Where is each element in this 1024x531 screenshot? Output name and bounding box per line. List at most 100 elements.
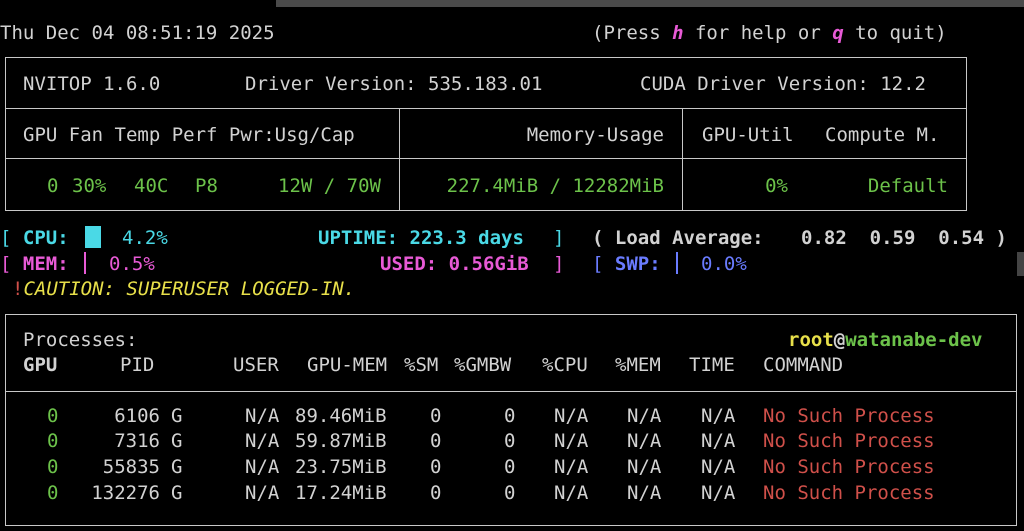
col-time: TIME [689,354,735,376]
row-mem: N/A [627,456,662,478]
row-sm: 0 [430,456,442,478]
mem-bar [84,252,86,274]
row-sm: 0 [430,430,442,452]
used-memory: USED: 0.56GiB [380,253,529,275]
row-type: G [171,456,183,478]
row-gpu: 0 [47,430,59,452]
cuda-version: CUDA Driver Version: 12.2 [640,73,926,95]
swp-bar [676,252,678,274]
temperature: 40C [134,175,169,197]
nvitop-version: NVITOP 1.6.0 [23,73,161,95]
row-time: N/A [701,482,736,504]
row-gpu: 0 [47,405,59,427]
table-row[interactable]: 0 55835 G N/A 23.75MiB 0 0 N/A N/A N/A N… [0,455,1010,480]
row-type: G [171,430,183,452]
col-sm: %SM [404,354,439,376]
help-hint: (Press h for help or q to quit) [592,22,947,44]
processes-title: Processes: [23,329,138,351]
row-time: N/A [701,405,736,427]
scrollbar[interactable] [1017,252,1024,276]
quit-key[interactable]: q [832,22,843,44]
row-command: No Such Process [763,405,935,427]
row-pid: 7316 [114,430,160,452]
row-sm: 0 [430,482,442,504]
col-cpu: %CPU [542,354,588,376]
row-user: N/A [245,482,280,504]
user-host: root@watanabe-dev [788,329,983,351]
table-row[interactable]: 0 132276 G N/A 17.24MiB 0 0 N/A N/A N/A … [0,481,1010,506]
row-pid: 55835 [102,456,160,478]
cpu-stat: [ CPU: [0,227,69,249]
compute-mode-header: Compute M. [825,124,940,146]
row-user: N/A [245,456,280,478]
row-command: No Such Process [763,430,935,452]
gpu-header-left: GPU Fan Temp Perf Pwr:Usg/Cap [23,124,355,146]
row-cpu: N/A [554,430,589,452]
gpu-util-header: GPU-Util [702,124,794,146]
row-gpu-mem: 59.87MiB [295,430,387,452]
help-key[interactable]: h [672,22,683,44]
table-row[interactable]: 0 6106 G N/A 89.46MiB 0 0 N/A N/A N/A No… [0,404,1010,429]
row-gpu-mem: 89.46MiB [295,405,387,427]
gpu-util: 0% [765,175,788,197]
row-mem: N/A [627,430,662,452]
row-gpu: 0 [47,482,59,504]
swp-value: 0.0% [701,253,747,275]
row-user: N/A [245,405,280,427]
table-row[interactable]: 0 7316 G N/A 59.87MiB 0 0 N/A N/A N/A No… [0,429,1010,454]
cpu-bracket-close: ] [553,227,565,249]
memory-usage: 227.4MiB / 12282MiB [446,175,664,197]
divider [5,391,1017,392]
row-time: N/A [701,456,736,478]
col-gpu: GPU [23,354,58,376]
row-pid: 132276 [91,482,160,504]
col-gpu-mem: GPU-MEM [307,354,388,376]
cpu-label: CPU: [22,227,69,249]
gpu-index: 0 [47,175,59,197]
row-type: G [171,482,183,504]
row-gpu-mem: 17.24MiB [295,482,387,504]
mem-label: MEM: [22,253,69,275]
swp-label: SWP: [614,253,661,275]
col-user: USER [233,354,279,376]
compute-mode: Default [867,175,948,197]
row-gpu: 0 [47,456,59,478]
col-mem: %MEM [615,354,661,376]
driver-version: Driver Version: 535.183.01 [245,73,543,95]
row-cpu: N/A [554,405,589,427]
col-gmbw: %GMBW [454,354,512,376]
terminal-title-strip [276,0,1024,7]
divider [682,108,683,211]
row-gmbw: 0 [504,405,516,427]
load-average-values: 0.82 0.59 0.54 ) [801,227,1007,249]
row-gpu-mem: 23.75MiB [295,456,387,478]
col-command: COMMAND [763,354,844,376]
divider [5,158,967,159]
row-gmbw: 0 [504,456,516,478]
row-command: No Such Process [763,456,935,478]
cpu-bar [85,226,101,248]
row-cpu: N/A [554,482,589,504]
row-sm: 0 [430,405,442,427]
row-time: N/A [701,430,736,452]
row-mem: N/A [627,405,662,427]
mem-stat: [ MEM: [0,253,69,275]
caution-icon: ! [12,278,24,300]
uptime: UPTIME: 223.3 days [318,227,524,249]
row-gmbw: 0 [504,482,516,504]
mem-bracket-close: ] [553,253,565,275]
col-pid: PID [120,354,155,376]
row-command: No Such Process [763,482,935,504]
row-gmbw: 0 [504,430,516,452]
row-user: N/A [245,430,280,452]
row-pid: 6106 [114,405,160,427]
mem-value: 0.5% [109,253,155,275]
power-usage: 12W / 70W [278,175,381,197]
datetime: Thu Dec 04 08:51:19 2025 [0,22,275,44]
swp-stat: [ SWP: [592,253,661,275]
row-mem: N/A [627,482,662,504]
row-cpu: N/A [554,456,589,478]
caution-message: !CAUTION: SUPERUSER LOGGED-IN. [12,278,356,300]
cpu-value: 4.2% [122,227,168,249]
memory-usage-header: Memory-Usage [526,124,664,146]
